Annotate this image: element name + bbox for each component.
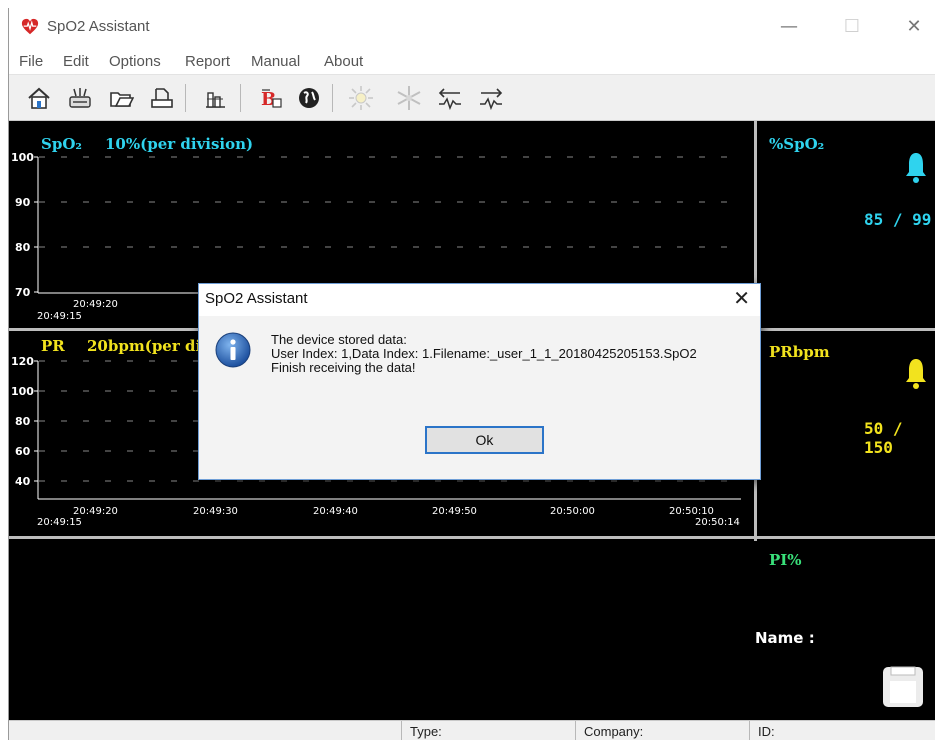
pr-time-label: 20:49:20: [73, 506, 118, 517]
sun-icon: [349, 86, 373, 110]
info-icon: [215, 332, 251, 368]
device-button[interactable]: [64, 82, 96, 114]
save-button[interactable]: [881, 665, 925, 709]
pr-y-label: 100: [11, 385, 34, 398]
spo2-y-label: 100: [11, 151, 34, 164]
pr-y-label: 60: [15, 445, 31, 458]
title-bar[interactable]: SpO2 Assistant — ☐ ✕: [9, 8, 935, 48]
user-icon: B: [261, 89, 282, 110]
name-label: Name :: [755, 629, 815, 647]
menu-about[interactable]: About: [324, 53, 363, 70]
user-button[interactable]: B: [255, 82, 287, 114]
pr-y-label: 80: [15, 415, 31, 428]
dialog-title: SpO2 Assistant: [205, 290, 308, 307]
open-folder-icon: [110, 92, 134, 107]
menu-edit[interactable]: Edit: [63, 53, 89, 70]
close-button[interactable]: ✕: [891, 12, 935, 44]
dialog-message-line: The device stored data:: [271, 332, 407, 347]
pi-readout-label: PI%: [769, 551, 802, 569]
chart-icon: [206, 92, 225, 108]
download-wave-icon: [438, 88, 461, 111]
spo2-y-label: 80: [15, 241, 31, 254]
heart-icon: [21, 18, 39, 35]
menu-report[interactable]: Report: [185, 53, 230, 70]
status-company: Company:: [575, 721, 749, 740]
pi-panel: PI% Name :: [9, 539, 935, 720]
print-icon: [151, 88, 173, 108]
toolbar-separator: [240, 84, 241, 112]
window-title: SpO2 Assistant: [47, 18, 150, 35]
menu-options[interactable]: Options: [109, 53, 161, 70]
toolbar: B: [9, 75, 935, 121]
upload-wave-icon: [480, 88, 503, 111]
status-type: Type:: [401, 721, 575, 740]
snowflake-icon: [397, 86, 421, 110]
bell-icon: [906, 153, 926, 183]
chart-button[interactable]: [199, 82, 231, 114]
toolbar-separator: [185, 84, 186, 112]
pr-time-label: 20:50:00: [550, 506, 595, 517]
pr-y-label: 40: [15, 475, 31, 488]
print-button[interactable]: [146, 82, 178, 114]
sun-button[interactable]: [345, 82, 377, 114]
download-button[interactable]: [434, 82, 466, 114]
toolbar-separator: [332, 84, 333, 112]
dialog-message-line: Finish receiving the data!: [271, 360, 416, 375]
ok-button[interactable]: Ok: [425, 426, 544, 454]
spo2-time-label: 20:49:20: [73, 299, 118, 310]
open-button[interactable]: [105, 82, 137, 114]
pr-time-end: 20:50:14: [695, 517, 740, 528]
minimize-button[interactable]: —: [766, 12, 812, 44]
spo2-time-start: 20:49:15: [37, 311, 82, 322]
menu-file[interactable]: File: [19, 53, 43, 70]
pr-readout-value: 50 / 150: [864, 419, 903, 457]
home-icon: [28, 87, 50, 109]
pr-time-label: 20:50:10: [669, 506, 714, 517]
status-bar: Type: Company: ID:: [9, 720, 935, 740]
dialog-close-button[interactable]: ✕: [733, 286, 750, 310]
pr-readout-label: PRbpm: [769, 343, 830, 361]
globe-icon: [299, 88, 319, 108]
menu-bar: File Edit Options Report Manual About: [9, 48, 935, 75]
pr-time-label: 20:49:50: [432, 506, 477, 517]
spo2-y-label: 90: [15, 196, 31, 209]
status-id: ID:: [749, 721, 935, 740]
pr-time-label: 20:49:40: [313, 506, 358, 517]
pr-time-start: 20:49:15: [37, 517, 82, 528]
maximize-button[interactable]: ☐: [829, 12, 875, 44]
home-button[interactable]: [23, 82, 55, 114]
dialog-body: The device stored data: User Index: 1,Da…: [199, 316, 760, 479]
spo2-readout-label: %SpO₂: [769, 135, 825, 153]
bell-icon: [906, 359, 926, 389]
web-button[interactable]: [293, 82, 325, 114]
device-icon: [69, 88, 91, 108]
message-dialog: SpO2 Assistant ✕ The device stored data:…: [198, 283, 761, 480]
pr-y-label: 120: [11, 355, 34, 368]
upload-button[interactable]: [475, 82, 507, 114]
menu-manual[interactable]: Manual: [251, 53, 300, 70]
dialog-message-line: User Index: 1,Data Index: 1.Filename:_us…: [271, 346, 697, 361]
snowflake-button[interactable]: [393, 82, 425, 114]
pr-time-label: 20:49:30: [193, 506, 238, 517]
spo2-y-label: 70: [15, 286, 31, 299]
spo2-readout-value: 85 / 99: [864, 210, 932, 229]
